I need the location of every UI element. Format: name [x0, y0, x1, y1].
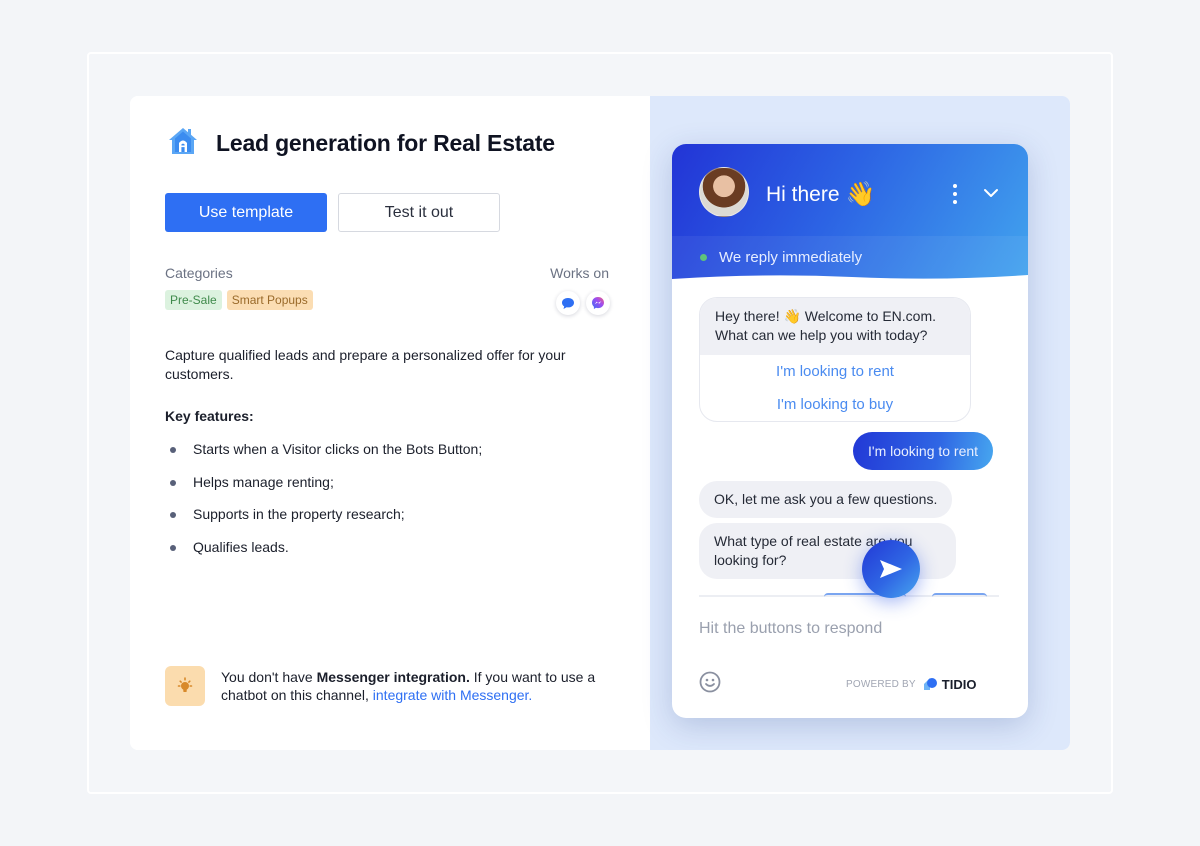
welcome-line-2: What can we help you with today? — [715, 327, 928, 343]
answer-buttons-hint — [699, 593, 999, 597]
category-tag-smart-popups[interactable]: Smart Popups — [226, 290, 313, 310]
quick-reply-buy[interactable]: I'm looking to buy — [700, 388, 970, 421]
category-tag-pre-sale[interactable]: Pre-Sale — [165, 290, 222, 310]
welcome-line-1: Hey there! 👋 Welcome to EN.com. — [715, 308, 937, 324]
key-features-heading: Key features: — [165, 408, 254, 424]
feature-item: Supports in the property research; — [170, 506, 482, 539]
bot-message: OK, let me ask you a few questions. — [699, 481, 953, 518]
bullet-icon — [170, 512, 176, 518]
feature-text: Supports in the property research; — [193, 506, 405, 522]
messenger-icon — [586, 291, 610, 315]
waving-hand-icon: 👋 — [845, 181, 876, 208]
header-wave — [672, 275, 1028, 285]
template-details-panel: Lead generation for Real Estate Use temp… — [130, 96, 650, 750]
page-title: Lead generation for Real Estate — [216, 130, 555, 156]
feature-item: Starts when a Visitor clicks on the Bots… — [170, 441, 482, 474]
live-chat-icon — [556, 291, 580, 315]
tidio-logo: TIDIO — [922, 676, 977, 692]
title-row: Lead generation for Real Estate — [166, 124, 555, 163]
categories-label: Categories — [165, 265, 233, 281]
agent-avatar — [699, 167, 749, 217]
brand-name: TIDIO — [941, 676, 977, 692]
greeting-text: Hi there — [766, 182, 840, 206]
powered-by[interactable]: POWERED BY TIDIO — [846, 676, 976, 692]
online-dot-icon — [700, 254, 707, 261]
notice-bold: Messenger integration. — [316, 669, 470, 685]
works-on-label: Works on — [550, 265, 609, 281]
send-icon — [880, 560, 902, 578]
feature-text: Helps manage renting; — [193, 473, 334, 490]
feature-text: Qualifies leads. — [193, 538, 289, 555]
bullet-icon — [170, 479, 176, 486]
chat-widget: Hi there 👋 We reply immediately Hey ther… — [672, 144, 1028, 718]
channel-icons — [556, 291, 610, 315]
house-icon — [166, 124, 200, 163]
user-message: I'm looking to rent — [853, 432, 994, 470]
powered-by-text: POWERED BY — [846, 678, 916, 690]
template-description: Capture qualified leads and prepare a pe… — [165, 347, 566, 382]
bullet-icon — [170, 544, 176, 551]
feature-text: Starts when a Visitor clicks on the Bots… — [193, 441, 483, 457]
chat-header: Hi there 👋 We reply immediately — [672, 144, 1028, 285]
feature-item: Qualifies leads. — [170, 539, 482, 572]
lightbulb-icon — [165, 666, 205, 706]
quick-reply-rent[interactable]: I'm looking to rent — [700, 355, 970, 388]
feature-item: Helps manage renting; — [170, 474, 482, 507]
template-card: Lead generation for Real Estate Use temp… — [130, 96, 1070, 750]
chevron-down-icon[interactable] — [982, 184, 1000, 202]
notice-prefix: You don't have — [221, 669, 317, 685]
more-options-icon[interactable] — [950, 184, 960, 204]
message-input[interactable]: Hit the buttons to respond — [699, 620, 882, 638]
status-text: We reply immediately — [719, 249, 863, 266]
use-template-button[interactable]: Use template — [165, 193, 327, 232]
chat-preview-panel: Hi there 👋 We reply immediately Hey ther… — [650, 96, 1070, 750]
notice-text: You don't have Messenger integration. If… — [221, 666, 611, 704]
online-status: We reply immediately — [700, 249, 862, 266]
tidio-logo-icon — [923, 678, 937, 690]
welcome-text: Hey there! 👋 Welcome to EN.com. What can… — [700, 298, 970, 355]
bullet-icon — [170, 447, 176, 453]
answer-button-partial[interactable] — [932, 593, 987, 597]
integrate-messenger-link[interactable]: integrate with Messenger. — [373, 687, 533, 703]
test-it-out-button[interactable]: Test it out — [338, 193, 500, 232]
chat-greeting: Hi there 👋 — [766, 180, 875, 209]
category-tags: Pre-Sale Smart Popups — [165, 290, 313, 310]
bot-welcome-message: Hey there! 👋 Welcome to EN.com. What can… — [699, 297, 971, 422]
send-button[interactable] — [862, 540, 920, 598]
messages-area[interactable]: Hey there! 👋 Welcome to EN.com. What can… — [672, 284, 1028, 597]
emoji-icon[interactable] — [699, 671, 721, 693]
messenger-integration-notice: You don't have Messenger integration. If… — [165, 666, 611, 706]
features-list: Starts when a Visitor clicks on the Bots… — [170, 441, 482, 571]
